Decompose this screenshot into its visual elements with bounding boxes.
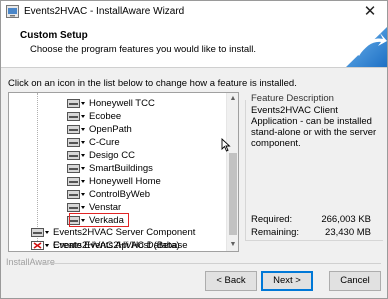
mouse-cursor-icon [221,138,231,152]
installaware-brand-text: InstallAware [6,257,55,267]
drive-icon[interactable] [67,202,86,213]
divider [245,240,383,241]
cancel-button[interactable]: Cancel [329,271,381,291]
required-value: 266,003 KB [321,214,371,225]
drive-icon[interactable] [67,137,86,148]
page-subtitle: Choose the program features you would li… [30,44,257,55]
remaining-label: Remaining: [251,227,300,238]
title-bar: Events2HVAC - InstallAware Wizard ✕ [1,1,387,23]
tree-item-label: ControlByWeb [89,189,151,200]
tree-connector [37,93,38,243]
feature-description-panel: Feature Description Events2HVAC Client A… [245,92,383,252]
description-heading: Feature Description [251,93,334,104]
remaining-value: 23,430 MB [325,227,371,238]
scroll-down-icon[interactable]: ▼ [227,239,238,251]
drive-icon[interactable] [67,150,86,161]
tree-item-label: Events2HVAC Server Component [53,227,196,238]
divider [245,100,246,240]
drive-icon[interactable] [67,124,86,135]
drive-icon[interactable] [67,176,86,187]
footer-divider [41,263,381,264]
required-label: Required: [251,214,293,225]
scrollbar-thumb[interactable] [229,153,237,235]
instructions-text: Click on an icon in the list below to ch… [8,78,297,89]
page-title: Custom Setup [20,30,88,41]
close-button[interactable]: ✕ [357,2,383,21]
tree-item-label: Ecobee [89,111,122,122]
close-icon: ✕ [363,3,377,20]
description-text: Events2HVAC Client Application - can be … [251,105,377,149]
not-installed-icon[interactable] [31,240,50,251]
installer-window: Events2HVAC - InstallAware Wizard ✕ Cust… [0,0,388,299]
app-icon [6,5,19,18]
tree-scrollbar[interactable]: ▲ ▼ [226,93,238,251]
tree-item-label: C-Cure [89,137,120,148]
drive-icon[interactable] [31,227,50,238]
feature-tree[interactable]: Honeywell TCC Ecobee OpenPath C-Cure Des… [8,92,239,252]
tree-item-label: SmartBuildings [89,163,153,174]
window-title: Events2HVAC - InstallAware Wizard [24,6,185,17]
drive-icon[interactable] [67,98,86,109]
tree-item-label: Desigo CC [89,150,135,161]
installaware-logo-icon [327,23,387,67]
tree-item-label: Honeywell TCC [89,98,155,109]
drive-icon[interactable] [67,163,86,174]
verkada-highlight-box [69,213,129,227]
scroll-up-icon[interactable]: ▲ [227,93,238,105]
back-button[interactable]: < Back [205,271,257,291]
tree-item-label: Create Events2HVAC Database [53,240,188,251]
tree-item-label: Honeywell Home [89,176,161,187]
drive-icon[interactable] [67,111,86,122]
tree-item-label: OpenPath [89,124,132,135]
header-banner: Custom Setup Choose the program features… [1,23,387,68]
next-button[interactable]: Next > [261,271,313,291]
drive-icon[interactable] [67,189,86,200]
